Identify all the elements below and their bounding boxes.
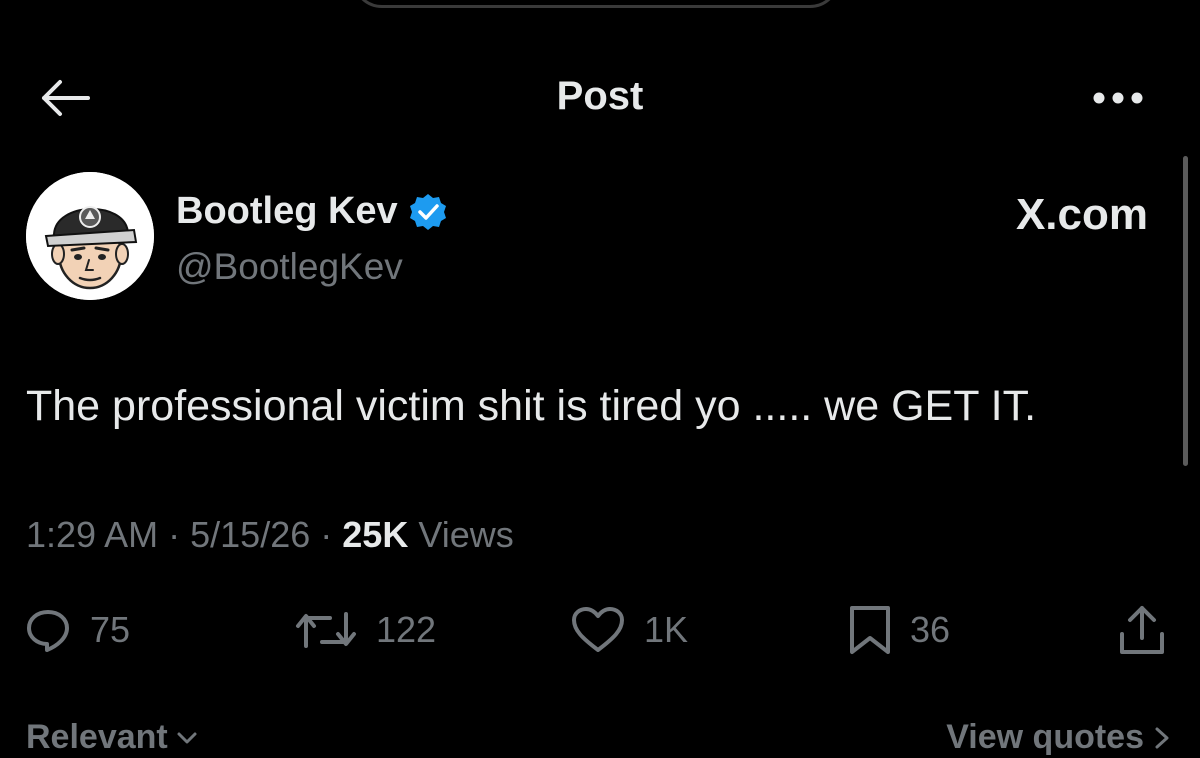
views-label: Views [418, 514, 514, 555]
bookmark-icon [850, 606, 890, 654]
author-name[interactable]: Bootleg Kev [176, 190, 398, 233]
post-meta: 1:29 AM · 5/15/26 · 25K Views [26, 514, 514, 556]
views-count[interactable]: 25K [342, 514, 408, 555]
repost-button[interactable]: 122 [294, 596, 436, 664]
view-quotes-label: View quotes [946, 718, 1144, 756]
post-date: 5/15/26 [190, 514, 311, 555]
reply-count: 75 [90, 609, 131, 650]
avatar-illustration-icon [26, 172, 154, 300]
chevron-right-icon [1155, 727, 1169, 748]
like-count: 1K [644, 609, 689, 650]
bookmark-count: 36 [910, 609, 951, 650]
post-time: 1:29 AM [26, 514, 159, 555]
meta-separator: · [168, 514, 181, 555]
share-icon [1120, 606, 1164, 654]
more-horizontal-icon [1093, 92, 1143, 104]
scrollbar[interactable] [1183, 156, 1188, 466]
more-options-button[interactable] [1088, 80, 1148, 116]
like-button[interactable]: 1K [570, 596, 688, 664]
author-name-row: Bootleg Kev [176, 190, 448, 233]
reply-icon [27, 610, 69, 652]
avatar[interactable] [26, 172, 154, 300]
post-text: The professional victim shit is tired yo… [26, 382, 1037, 430]
replies-controls: Relevant View quotes [0, 718, 1200, 758]
post-author: Bootleg Kev @BootlegKev X.com [26, 172, 1156, 302]
bookmark-button[interactable]: 36 [848, 596, 950, 664]
verified-badge-icon [409, 193, 446, 230]
post-header: Post [0, 60, 1200, 132]
sort-label: Relevant [26, 718, 168, 756]
chevron-down-icon [177, 732, 197, 743]
heart-icon [572, 607, 624, 652]
sort-dropdown[interactable]: Relevant [26, 718, 198, 757]
action-bar: 75 122 1K 36 [0, 596, 1200, 664]
meta-separator: · [320, 514, 333, 555]
repost-icon [296, 612, 356, 648]
repost-count: 122 [376, 609, 437, 650]
share-button[interactable] [1118, 596, 1166, 664]
view-quotes-link[interactable]: View quotes [946, 718, 1170, 757]
device-notch [352, 0, 840, 8]
source-label: X.com [1015, 190, 1148, 239]
author-handle[interactable]: @BootlegKev [176, 246, 403, 288]
reply-button[interactable]: 75 [24, 596, 130, 664]
page-title: Post [556, 74, 644, 118]
